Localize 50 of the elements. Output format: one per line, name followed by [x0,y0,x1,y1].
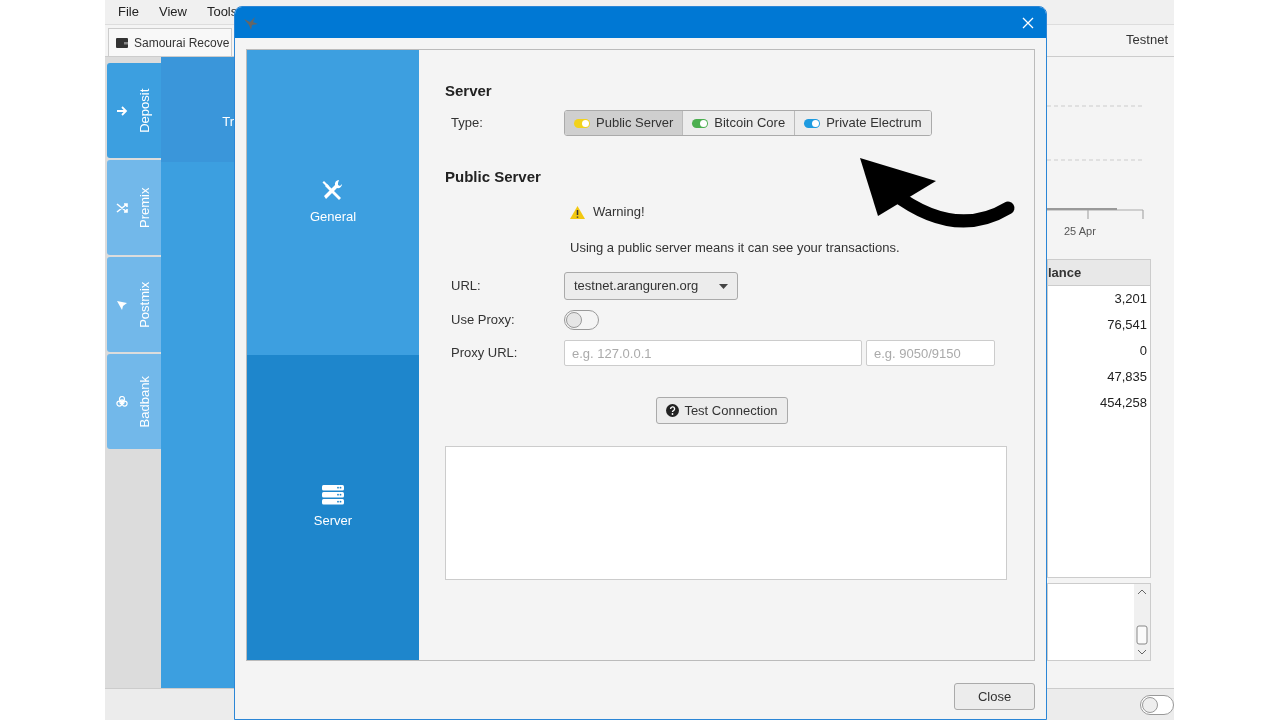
server-icon [321,484,345,505]
side-tab-label: Badbank [136,375,154,428]
scrollbar[interactable] [1134,584,1150,660]
warning-icon [570,205,585,219]
menu-item[interactable]: File [118,2,139,22]
proxy-host-field[interactable]: e.g. 127.0.0.1 [564,340,862,366]
warning-message: Using a public server means it can see your transactions. [570,239,901,256]
table-cell-text: 454,258 [1099,394,1148,412]
wallet-icon [116,37,128,48]
field-label: URL: [450,277,482,296]
biohazard-icon [116,395,128,408]
tools-icon [321,178,345,201]
close-icon[interactable] [1022,16,1034,29]
table-cell-text: 47,835 [1106,368,1148,386]
nav-label: Server [313,511,353,530]
section-heading: Server [445,81,493,100]
side-tab-label: Postmix [136,281,154,328]
url-dropdown[interactable]: testnet.aranguren.org [564,272,738,300]
menu-item[interactable]: View [158,2,187,22]
proxy-toggle[interactable] [564,310,599,330]
table-cell-text: 76,541 [1106,316,1148,334]
network-label: Testnet [1126,30,1168,49]
side-tab-label: Deposit [136,88,154,133]
axis-label: 25 Apr [1064,224,1096,239]
server-type-button[interactable]: Public Server [565,111,683,135]
table-cell-text: 0 [1138,342,1148,360]
field-label: Proxy URL: [450,344,519,363]
column-header[interactable]: lance [1048,260,1150,286]
window-tab[interactable]: Samourai Recove [108,28,233,56]
proxy-port-field[interactable]: e.g. 9050/9150 [866,340,995,366]
field-label: Type: [450,114,484,133]
server-type-button[interactable]: Private Electrum [794,111,931,135]
paper-plane-icon [116,298,128,311]
help-icon [666,404,680,417]
toggle-switch[interactable] [1140,694,1174,715]
tab-label: Samourai Recove [134,34,230,52]
server-type-button[interactable]: Bitcoin Core [682,111,795,135]
warning-text: Warning! [593,203,645,222]
section-heading: Public Server [445,167,542,186]
side-tab-label: Premix [136,187,154,228]
arrow-icon [116,104,128,117]
table-cell-text: 3,201 [1113,290,1148,308]
field-label: Use Proxy: [450,311,516,330]
close-button[interactable]: Close [954,683,1035,710]
nav-item[interactable]: Server [247,355,419,660]
nav-label: General [309,207,357,226]
column-fragment: Tr [222,113,234,132]
test-connection-button[interactable]: Test Connection [656,397,788,424]
shuffle-icon [116,201,128,214]
caret-icon [719,283,728,289]
